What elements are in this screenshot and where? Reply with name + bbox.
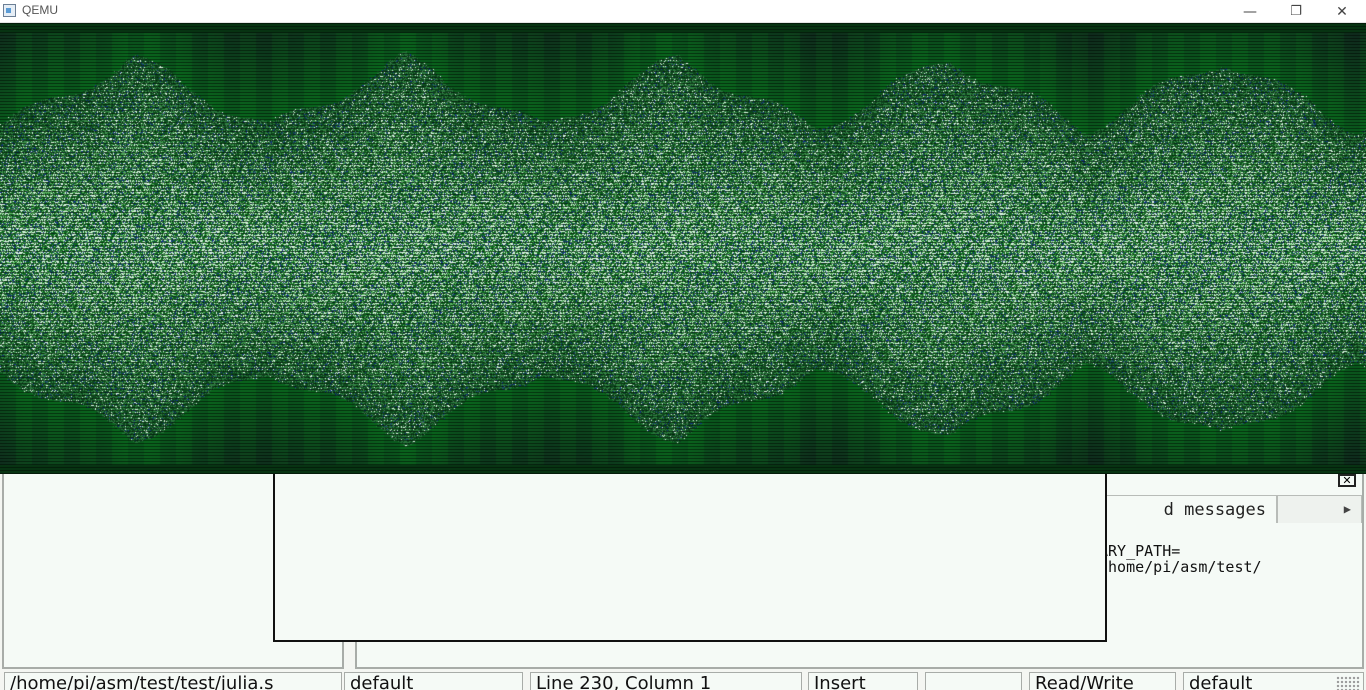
close-icon[interactable]: ✕	[1319, 0, 1365, 23]
status-cursor-position: Line 230, Column 1	[530, 672, 802, 690]
status-bar: /home/pi/asm/test/test/julia.s default L…	[0, 672, 1366, 690]
status-file-path: /home/pi/asm/test/test/julia.s	[4, 672, 342, 690]
message-line: /home/pi/asm/test/	[1099, 558, 1262, 576]
editor-bottom-area: ✕ d messages ▶ ARY_PATH= /home/pi/asm/te…	[0, 474, 1366, 690]
window-title: QEMU	[22, 3, 58, 17]
restore-icon[interactable]: ❐	[1273, 0, 1319, 23]
guest-display[interactable]: ✕ d messages ▶ ARY_PATH= /home/pi/asm/te…	[0, 23, 1366, 690]
qemu-app-icon	[3, 4, 16, 17]
status-access-mode: Read/Write	[1029, 672, 1176, 690]
julia-fractal-render	[0, 23, 1366, 474]
status-insert-mode: Insert	[808, 672, 918, 690]
status-extra	[925, 672, 1022, 690]
minimize-icon[interactable]: —	[1227, 0, 1273, 23]
window-titlebar: QEMU — ❐ ✕	[0, 0, 1366, 23]
message-line: ARY_PATH=	[1099, 542, 1181, 560]
tab-scroll-button[interactable]: ▶	[1277, 495, 1362, 523]
status-encoding: default	[344, 672, 523, 690]
triangle-right-icon: ▶	[1343, 502, 1351, 516]
panel-close-icon[interactable]: ✕	[1338, 474, 1356, 487]
resize-grip-icon[interactable]	[1336, 676, 1360, 690]
overlay-dialog[interactable]	[273, 474, 1107, 642]
